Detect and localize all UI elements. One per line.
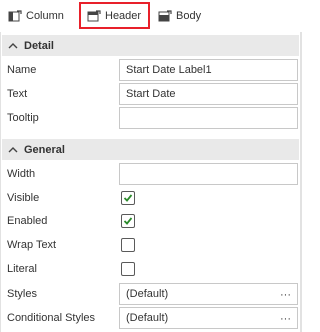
panel-right-border <box>300 32 302 332</box>
styles-input[interactable]: (Default) ··· <box>119 283 298 305</box>
wrap-text-row: Wrap Text <box>2 234 299 258</box>
general-section-header[interactable]: General <box>2 139 299 160</box>
general-section-title: General <box>24 143 65 156</box>
name-label: Name <box>7 64 37 76</box>
tab-column[interactable]: Column <box>2 2 74 29</box>
checkmark-icon <box>123 217 133 225</box>
visible-row: Visible <box>2 187 299 211</box>
tooltip-input[interactable] <box>119 107 298 129</box>
name-input[interactable]: Start Date Label1 <box>119 59 298 81</box>
visible-checkbox[interactable] <box>121 191 135 205</box>
tab-body-label: Body <box>176 9 202 22</box>
conditional-styles-row: Conditional Styles (Default) ··· <box>2 307 299 331</box>
width-input[interactable] <box>119 163 298 185</box>
styles-more-button[interactable]: ··· <box>280 288 291 302</box>
literal-checkbox[interactable] <box>121 262 135 276</box>
table-header-icon <box>87 9 101 22</box>
visible-label: Visible <box>7 192 40 204</box>
literal-row: Literal <box>2 258 299 282</box>
detail-section-header[interactable]: Detail <box>2 35 299 56</box>
chevron-up-icon <box>8 42 18 50</box>
wrap-text-label: Wrap Text <box>7 239 57 251</box>
conditional-styles-input[interactable]: (Default) ··· <box>119 307 298 329</box>
literal-label: Literal <box>7 263 37 275</box>
checkmark-icon <box>123 194 133 202</box>
tab-body[interactable]: Body <box>152 2 212 29</box>
width-label: Width <box>7 168 36 180</box>
table-column-icon <box>8 9 22 22</box>
tab-header-label: Header <box>105 9 142 22</box>
tooltip-row: Tooltip <box>2 107 299 131</box>
name-row: Name Start Date Label1 <box>2 59 299 83</box>
wrap-text-checkbox[interactable] <box>121 238 135 252</box>
styles-row: Styles (Default) ··· <box>2 283 299 307</box>
enabled-checkbox[interactable] <box>121 214 135 228</box>
conditional-styles-label: Conditional Styles <box>7 312 96 324</box>
panel-left-border <box>0 32 1 332</box>
tooltip-label: Tooltip <box>7 112 39 124</box>
detail-section-title: Detail <box>24 39 54 52</box>
tab-header[interactable]: Header <box>79 2 150 29</box>
text-label: Text <box>7 88 28 100</box>
chevron-up-icon <box>8 146 18 154</box>
text-row: Text Start Date <box>2 83 299 107</box>
text-input[interactable]: Start Date <box>119 83 298 105</box>
table-body-icon <box>158 9 172 22</box>
tab-column-label: Column <box>26 9 64 22</box>
conditional-styles-more-button[interactable]: ··· <box>280 312 291 326</box>
styles-value: (Default) <box>126 288 169 300</box>
tab-bar: Column Header Body <box>0 0 302 32</box>
conditional-styles-value: (Default) <box>126 312 169 324</box>
enabled-row: Enabled <box>2 210 299 234</box>
styles-label: Styles <box>7 288 37 300</box>
enabled-label: Enabled <box>7 215 48 227</box>
width-row: Width <box>2 163 299 187</box>
